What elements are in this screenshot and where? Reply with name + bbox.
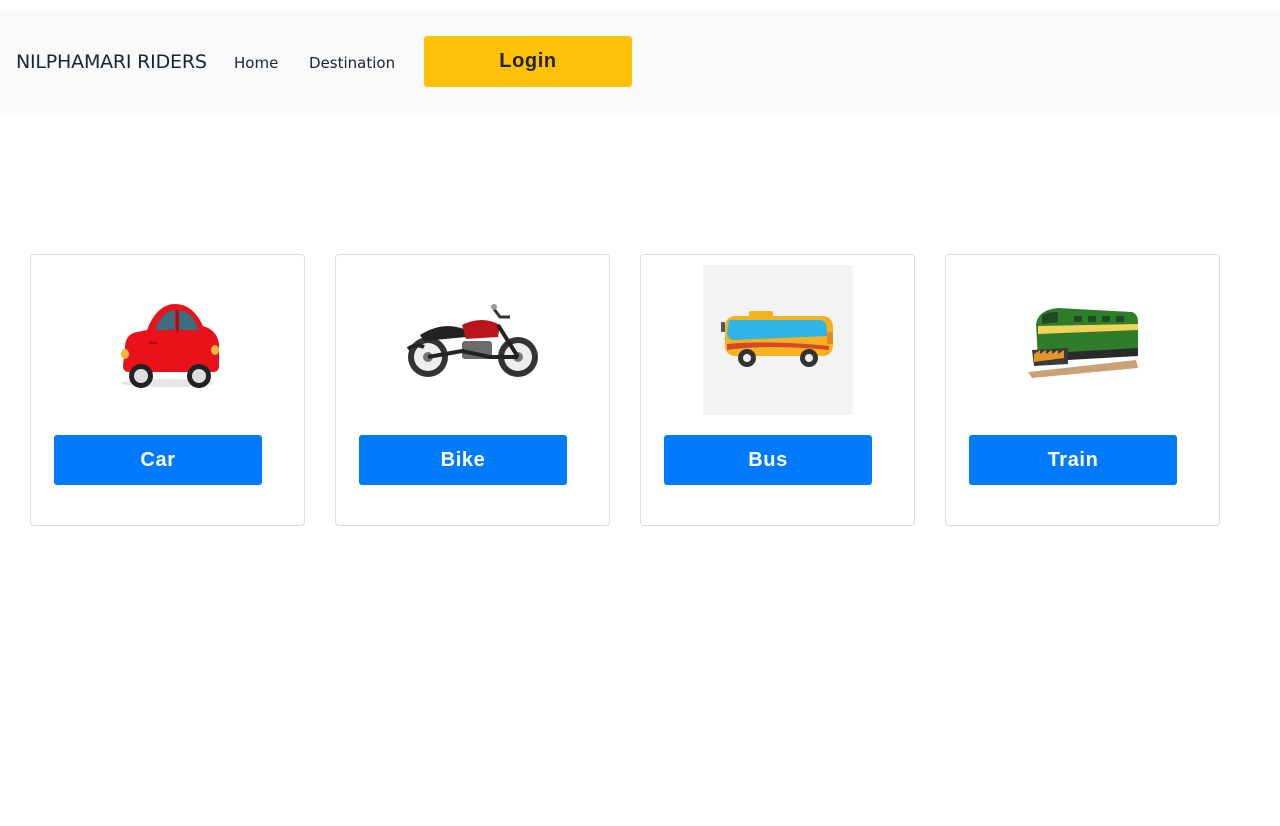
motorbike-icon	[398, 265, 548, 415]
car-button[interactable]: Car	[54, 435, 262, 485]
bike-button[interactable]: Bike	[359, 435, 567, 485]
nav-link-home[interactable]: Home	[234, 54, 278, 72]
brand-logo[interactable]: NILPHAMARI RIDERS	[16, 51, 207, 73]
nav-link-destination[interactable]: Destination	[309, 54, 395, 72]
car-icon	[93, 265, 243, 415]
vehicle-card-bus: Bus	[640, 254, 915, 526]
train-icon	[1008, 265, 1158, 415]
navbar: NILPHAMARI RIDERS Home Destination Login	[0, 9, 1280, 114]
vehicle-card-train: Train	[945, 254, 1220, 526]
login-button[interactable]: Login	[424, 36, 632, 87]
bus-button[interactable]: Bus	[664, 435, 872, 485]
bus-icon	[703, 265, 853, 415]
vehicle-card-bike: Bike	[335, 254, 610, 526]
train-button[interactable]: Train	[969, 435, 1177, 485]
vehicle-card-car: Car	[30, 254, 305, 526]
